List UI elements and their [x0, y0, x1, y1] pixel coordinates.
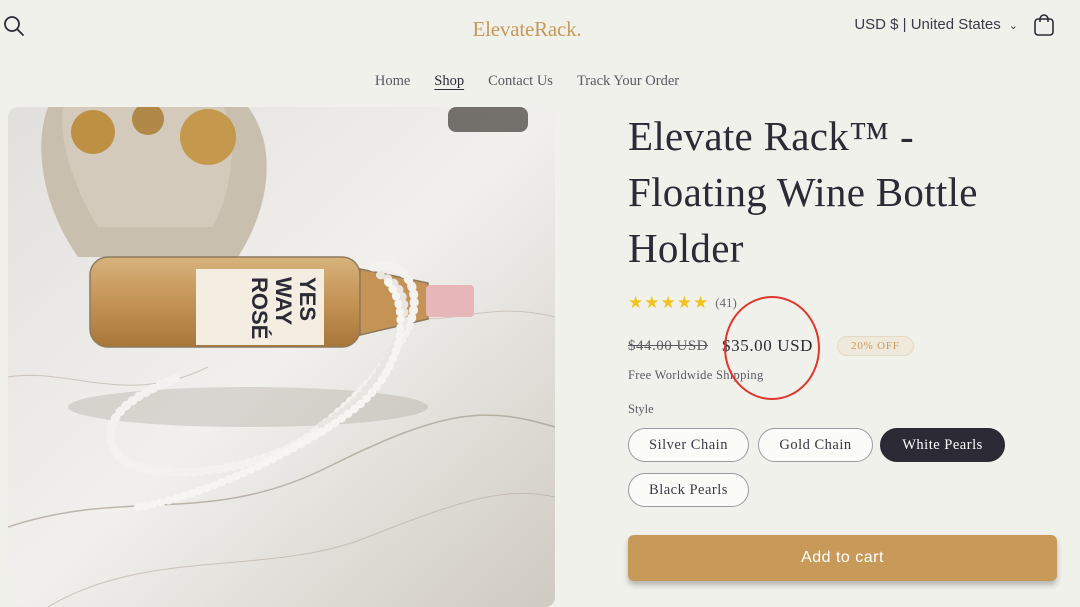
star-rating-icon: ★★★★★: [628, 293, 710, 313]
sale-price: $35.00 USD: [722, 336, 814, 355]
price-row: $44.00 USD $35.00 USD 20% OFF: [628, 336, 914, 356]
compare-at-price: $44.00 USD: [628, 337, 709, 354]
bottle-label-rose: ROSÉ: [247, 277, 272, 339]
nav-item-shop[interactable]: Shop: [434, 73, 464, 90]
nav-item-contact-us[interactable]: Contact Us: [488, 73, 553, 90]
style-option-white-pearls[interactable]: White Pearls: [880, 428, 1005, 462]
add-to-cart-button[interactable]: Add to cart: [628, 535, 1057, 581]
product-photo-illustration: YES WAY ROSÉ: [8, 107, 555, 607]
product-rating[interactable]: ★★★★★ (41): [628, 293, 737, 313]
review-count: (41): [715, 295, 737, 310]
bottle-label-yes: YES: [295, 277, 320, 321]
style-label: Style: [628, 402, 654, 416]
product-image[interactable]: YES WAY ROSÉ: [8, 107, 555, 607]
style-option-black-pearls[interactable]: Black Pearls: [628, 473, 749, 507]
style-option-silver-chain[interactable]: Silver Chain: [628, 428, 749, 462]
product-title: Elevate Rack™ - Floating Wine Bottle Hol…: [628, 113, 978, 271]
currency-selector[interactable]: USD $ | United States ⌄: [854, 16, 1018, 33]
shipping-note: Free Worldwide Shipping: [628, 368, 764, 382]
style-option-gold-chain[interactable]: Gold Chain: [758, 428, 873, 462]
nav-item-track-order[interactable]: Track Your Order: [577, 73, 679, 90]
shopping-bag-icon[interactable]: [1032, 13, 1056, 37]
chevron-down-icon: ⌄: [1008, 20, 1018, 32]
bottle-label-way: WAY: [271, 277, 296, 325]
discount-badge: 20% OFF: [837, 336, 914, 356]
site-header: ElevateRack. USD $ | United States ⌄: [0, 0, 1080, 60]
currency-label: USD $ | United States: [854, 16, 1001, 33]
nav-item-home[interactable]: Home: [375, 73, 410, 90]
main-nav: Home Shop Contact Us Track Your Order: [0, 73, 1054, 90]
